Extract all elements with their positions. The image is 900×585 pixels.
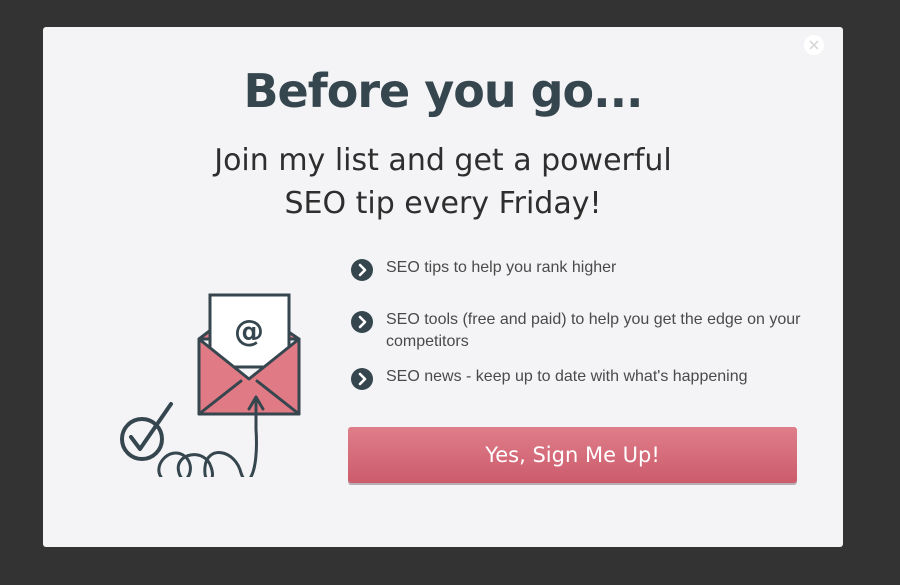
signup-popup: Before you go... Join my list and get a … bbox=[43, 27, 843, 547]
popup-subheadline-line-1: Join my list and get a powerful bbox=[214, 143, 672, 178]
benefit-text: SEO tips to help you rank higher bbox=[386, 259, 617, 276]
popup-subheadline-line-2: SEO tip every Friday! bbox=[284, 186, 602, 221]
popup-headline: Before you go... bbox=[243, 64, 643, 118]
checkmark-circle-icon bbox=[120, 402, 173, 461]
benefit-text: SEO news - keep up to date with what's h… bbox=[386, 368, 748, 385]
close-button[interactable] bbox=[804, 35, 824, 55]
chevron-right-circle-icon bbox=[351, 368, 373, 390]
benefit-text: SEO tools (free and paid) to help you ge… bbox=[386, 311, 801, 350]
envelope-illustration: @ bbox=[120, 293, 301, 477]
at-symbol: @ bbox=[234, 314, 264, 349]
chevron-right-circle-icon bbox=[351, 311, 373, 333]
close-icon bbox=[809, 40, 819, 50]
chevron-right-circle-icon bbox=[351, 259, 373, 281]
sign-up-button[interactable]: Yes, Sign Me Up! bbox=[348, 427, 797, 483]
